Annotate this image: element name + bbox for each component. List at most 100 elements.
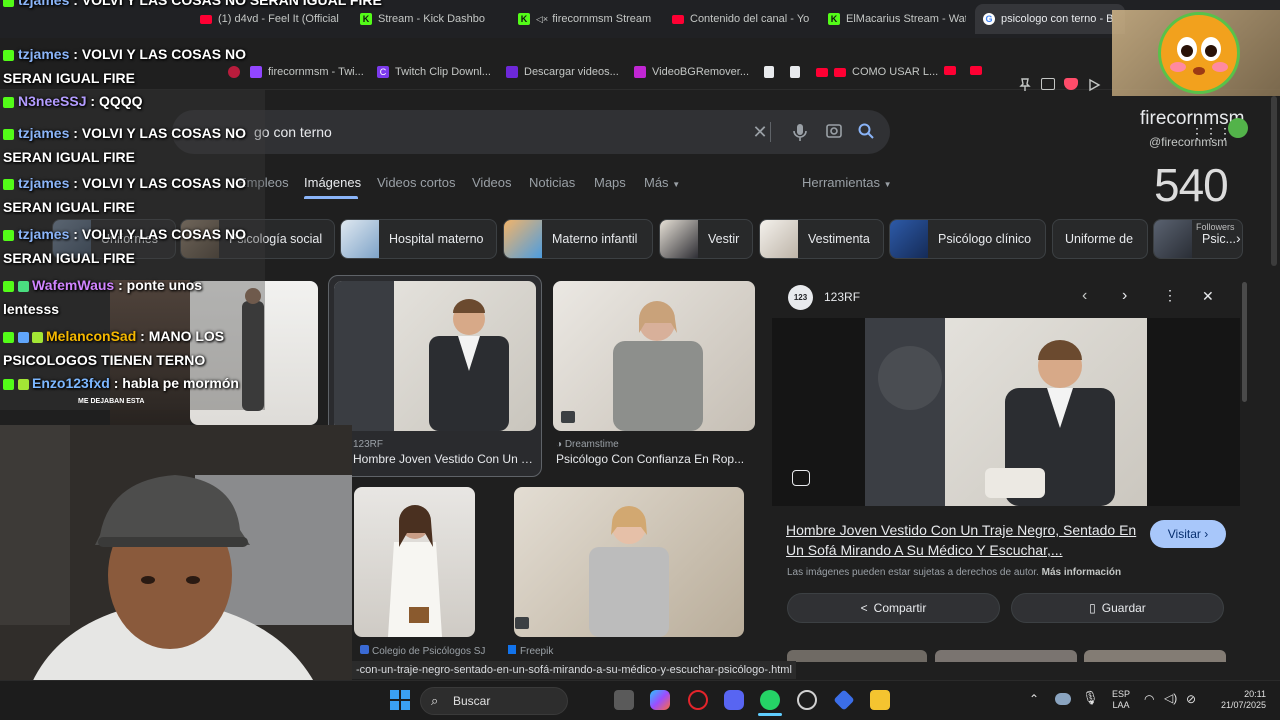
link-status-bar: -con-un-traje-negro-sentado-en-un-sofá-m… — [352, 661, 796, 679]
bookmark-item[interactable] — [764, 66, 780, 78]
folder-icon[interactable] — [870, 690, 890, 710]
play-icon[interactable] — [1087, 78, 1101, 92]
webcam-feed — [0, 425, 352, 720]
freepik-icon — [508, 645, 516, 654]
bookmark-item[interactable]: VideoBGRemover... — [634, 66, 749, 78]
browser-tab[interactable]: K Stream - Kick Dashbo — [360, 8, 498, 30]
result-title[interactable]: Hombre Joven Vestido Con Un Tr... — [353, 452, 533, 466]
panel-scrollbar[interactable] — [1242, 282, 1247, 402]
chevron-down-icon: ▼ — [883, 180, 892, 189]
copyright-text: Las imágenes pueden estar sujetas a dere… — [787, 567, 1039, 578]
wifi-icon[interactable]: ◠ — [1144, 692, 1154, 706]
tools-button[interactable]: Herramientas ▼ — [802, 175, 892, 190]
steam-icon[interactable] — [797, 690, 817, 710]
image-result[interactable] — [553, 281, 755, 431]
microphone-icon[interactable] — [790, 122, 810, 142]
bookmark-icon: ▯ — [1089, 601, 1096, 615]
volume-icon[interactable]: ◁) — [1164, 691, 1177, 705]
bookmark-label: COMO USAR L... — [852, 66, 939, 78]
clock[interactable]: 20:11 21/07/2025 — [1206, 689, 1266, 711]
previous-icon[interactable]: ‹ — [1082, 287, 1087, 305]
chip-materno-infantil[interactable]: Materno infantil — [503, 219, 653, 259]
search-icon[interactable] — [856, 122, 876, 142]
frog-avatar-icon — [1228, 118, 1248, 138]
browser-tab-active[interactable]: G psicologo con terno - B — [975, 4, 1125, 34]
bookmark-item[interactable] — [970, 66, 988, 75]
bookmark-item[interactable]: firecornmsm - Twi... — [250, 66, 364, 78]
image-result-selected[interactable] — [334, 281, 536, 431]
more-info-link[interactable]: Más información — [1042, 567, 1121, 578]
kick-badge-icon — [3, 178, 14, 190]
browser-tab[interactable]: K ElMacarius Stream - Wat — [828, 8, 966, 30]
chip-label: Vestimenta — [808, 232, 870, 246]
share-icon: < — [860, 601, 868, 615]
tab-videos-cortos[interactable]: Videos cortos — [377, 175, 456, 190]
discord-icon[interactable] — [724, 690, 744, 710]
browser-tab[interactable]: K ◁× firecornmsm Stream — [518, 8, 653, 30]
visit-button[interactable]: Visitar › — [1150, 520, 1226, 548]
result-title[interactable]: Psicólogo Con Confianza En Rop... — [556, 452, 751, 466]
more-options-icon[interactable]: ⋮ — [1163, 287, 1177, 304]
tab-mas[interactable]: Más ▼ — [644, 175, 680, 190]
related-image-thumbnail[interactable] — [1084, 650, 1226, 662]
whatsapp-icon[interactable] — [760, 690, 780, 710]
bookmark-item[interactable] — [790, 66, 806, 78]
chip-uniforme-de[interactable]: Uniforme de — [1052, 219, 1148, 259]
tray-expand-icon[interactable]: ⌃ — [1029, 692, 1039, 706]
chat-text: VOLVI Y LAS COSAS NO SERAN IGUAL FIRE — [81, 0, 382, 8]
close-icon[interactable]: ✕ — [1202, 288, 1214, 305]
chip-label: Psic... — [1202, 232, 1237, 246]
chip-vestir[interactable]: Vestir — [659, 219, 753, 259]
language-indicator[interactable]: ESP LAA — [1108, 689, 1134, 711]
share-label: Compartir — [873, 601, 927, 615]
image-result[interactable] — [514, 487, 744, 637]
windows-start-icon[interactable] — [390, 690, 410, 710]
copyright-notice: Las imágenes pueden estar sujetas a dere… — [787, 567, 1121, 578]
youtube-icon — [834, 67, 846, 77]
tab-imagenes[interactable]: Imágenes — [304, 175, 361, 190]
sword-badge-icon — [18, 331, 29, 343]
page-scrollbar[interactable] — [1271, 96, 1277, 266]
chip-thumbnail — [890, 220, 928, 258]
clear-icon[interactable]: ✕ — [750, 122, 770, 142]
related-image-thumbnail[interactable] — [935, 650, 1077, 662]
bookmark-item[interactable]: C Twitch Clip Downl... — [377, 66, 491, 78]
save-button[interactable]: ▯ Guardar — [1011, 593, 1224, 623]
chat-message: WafemWaus : ponte unos lentesss — [3, 277, 203, 317]
active-app-indicator — [758, 713, 782, 716]
bookmark-item[interactable] — [944, 66, 962, 75]
network-icon[interactable]: ⊘ — [1186, 692, 1196, 706]
tab-maps[interactable]: Maps — [594, 175, 626, 190]
share-button[interactable]: < Compartir — [787, 593, 1000, 623]
pin-icon[interactable] — [1018, 78, 1032, 91]
task-view-icon[interactable] — [614, 690, 634, 710]
opera-icon[interactable] — [688, 690, 708, 710]
tab-videos[interactable]: Videos — [472, 175, 512, 190]
tab-noticias[interactable]: Noticias — [529, 175, 575, 190]
bookmark-item[interactable]: Descargar videos... — [506, 66, 619, 78]
image-result[interactable] — [354, 487, 475, 637]
chip-psicologo-clinico[interactable]: Psicólogo clínico — [889, 219, 1046, 259]
cloud-icon[interactable] — [1055, 693, 1071, 705]
bookmark-item[interactable]: COMO USAR L... — [816, 66, 938, 78]
search-input[interactable]: go con terno — [254, 124, 332, 140]
preview-title-link[interactable]: Hombre Joven Vestido Con Un Traje Negro,… — [786, 520, 1146, 560]
panel-source[interactable]: 123RF — [824, 290, 860, 304]
chevron-right-icon[interactable]: › — [1236, 230, 1241, 246]
chip-vestimenta[interactable]: Vestimenta — [759, 219, 884, 259]
taskbar-search[interactable]: ⌕ Buscar — [420, 687, 568, 715]
browser-tab[interactable]: Contenido del canal - Yo — [672, 8, 810, 30]
preview-image[interactable] — [865, 318, 1147, 506]
lens-search-icon[interactable] — [792, 470, 810, 486]
lens-icon[interactable] — [824, 122, 844, 142]
screenshot-icon[interactable] — [1041, 78, 1055, 90]
next-icon[interactable]: › — [1122, 287, 1127, 305]
copilot-icon[interactable] — [650, 690, 670, 710]
chip-thumbnail — [504, 220, 542, 258]
related-image-thumbnail[interactable] — [787, 650, 927, 662]
chip-hospital-materno[interactable]: Hospital materno — [340, 219, 497, 259]
search-box[interactable]: go con terno ✕ — [172, 110, 890, 154]
microphone-icon[interactable]: 🎙 — [1082, 690, 1099, 706]
pocket-icon[interactable] — [1064, 78, 1078, 90]
search-icon: ⌕ — [431, 693, 439, 708]
